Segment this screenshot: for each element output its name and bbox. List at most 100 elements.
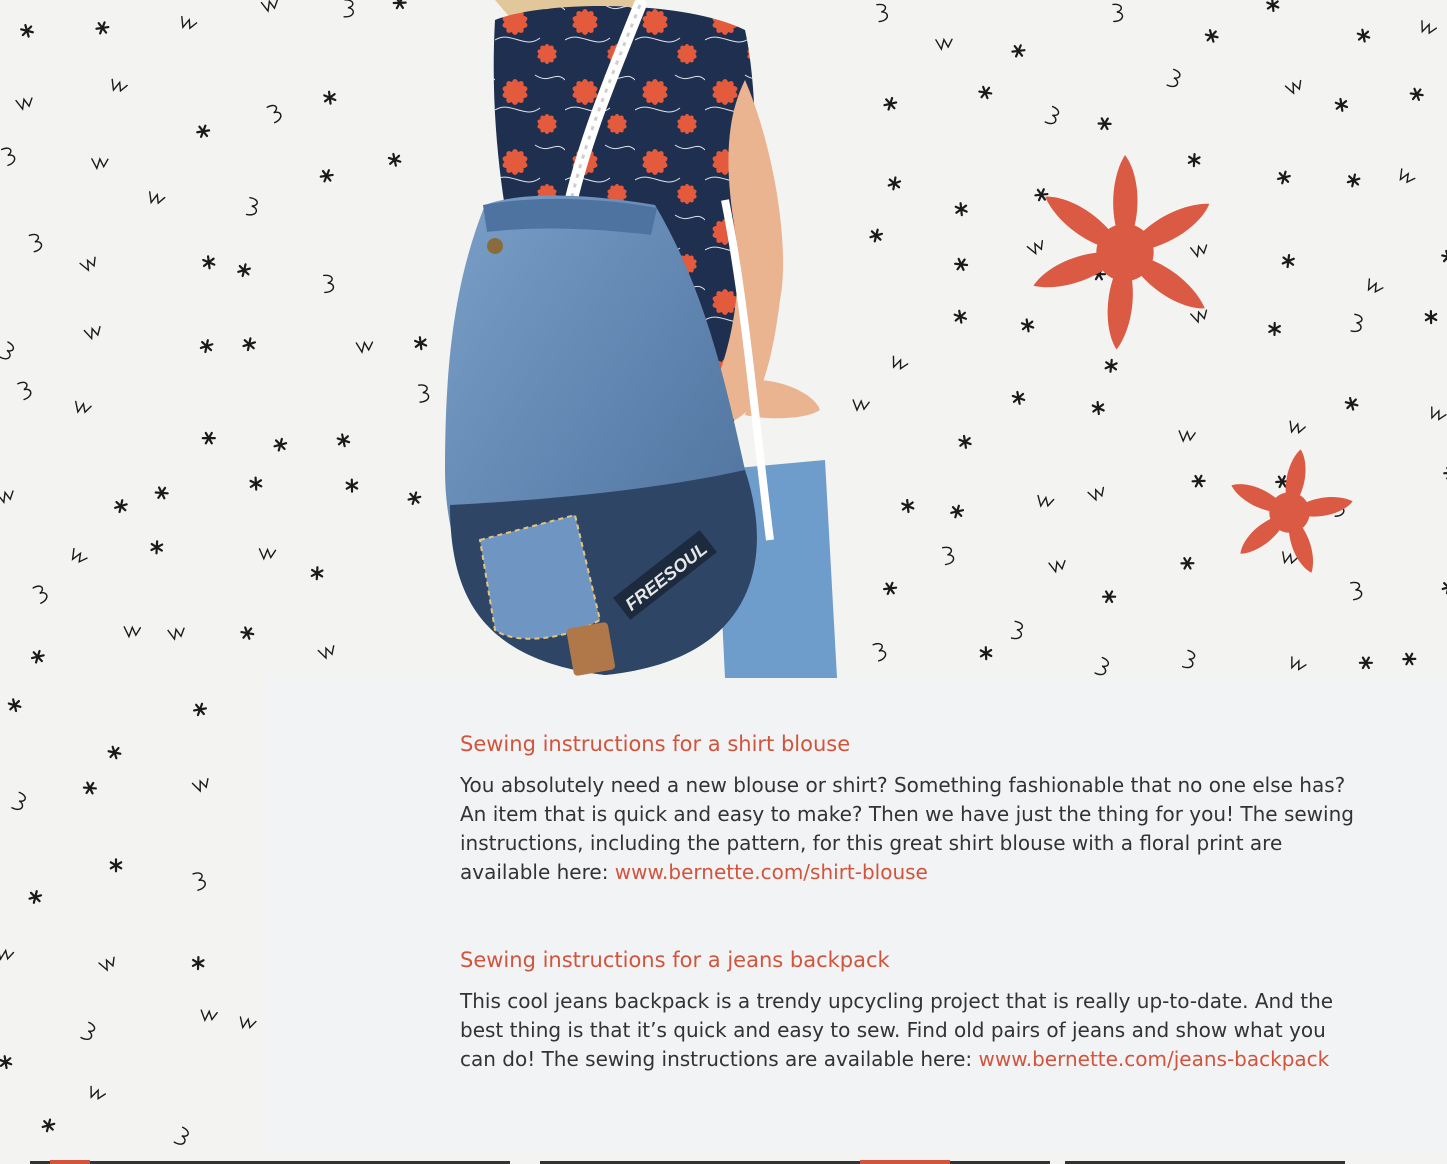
asterisk-doodle [1011, 44, 1026, 58]
asterisk-doodle [978, 85, 993, 100]
squiggle-doodle [1344, 396, 1359, 411]
squiggle-doodle [1276, 170, 1291, 185]
squiggle-doodle [953, 309, 968, 324]
squiggle-doodle [1291, 656, 1307, 671]
squiggle-doodle [392, 0, 407, 10]
squiggle-doodle [98, 956, 115, 972]
squiggle-doodle [1402, 652, 1417, 666]
squiggle-doodle [83, 325, 101, 341]
squiggle-doodle [1289, 420, 1306, 434]
asterisk-doodle [883, 96, 898, 111]
asterisk-doodle [1268, 321, 1281, 337]
squiggle-doodle [1356, 28, 1371, 43]
red-flower-small-decoration [1231, 449, 1353, 573]
squiggle-doodle [1166, 68, 1181, 88]
squiggle-doodle [1101, 590, 1117, 603]
squiggle-doodle [1044, 105, 1060, 125]
asterisk-doodle [387, 152, 402, 167]
squiggle-doodle [273, 437, 288, 452]
asterisk-doodle [336, 433, 351, 448]
asterisk-doodle [30, 649, 45, 664]
asterisk-doodle [319, 169, 334, 183]
squiggle-doodle [1409, 87, 1424, 101]
squiggle-doodle [191, 778, 209, 793]
jeans-backpack-link[interactable]: www.bernette.com/jeans-backpack [979, 1047, 1330, 1071]
bottom-image-strip [30, 1160, 1345, 1164]
squiggle-doodle [200, 1009, 218, 1023]
squiggle-doodle [323, 274, 335, 294]
squiggle-doodle [954, 257, 969, 271]
squiggle-doodle [901, 498, 915, 514]
squiggle-doodle [71, 547, 88, 564]
asterisk-doodle [1191, 474, 1206, 488]
squiggle-doodle [1358, 656, 1374, 670]
squiggle-doodle [954, 202, 968, 217]
squiggle-doodle [892, 355, 909, 370]
asterisk-doodle [192, 702, 208, 717]
asterisk-doodle [1334, 97, 1349, 112]
squiggle-doodle [1112, 3, 1124, 23]
asterisk-doodle [1011, 390, 1026, 405]
asterisk-doodle [201, 431, 216, 445]
asterisk-doodle [249, 476, 263, 491]
asterisk-doodle [869, 228, 884, 243]
asterisk-doodle [1091, 400, 1105, 416]
asterisk-doodle [323, 90, 337, 105]
article-shirt-blouse: Sewing instructions for a shirt blouse Y… [460, 732, 1360, 887]
asterisk-doodle [1097, 117, 1112, 131]
squiggle-doodle [28, 890, 43, 904]
asterisk-doodle [242, 337, 257, 352]
squiggle-doodle [317, 645, 335, 660]
squiggle-doodle [11, 791, 26, 811]
squiggle-doodle [852, 399, 870, 412]
squiggle-doodle [1180, 556, 1195, 570]
article-jeans-backpack: Sewing instructions for a jeans backpack… [460, 948, 1360, 1074]
asterisk-doodle [237, 263, 251, 278]
squiggle-doodle [1421, 20, 1438, 35]
squiggle-doodle [109, 858, 123, 873]
asterisk-doodle [191, 956, 205, 971]
squiggle-doodle [90, 1085, 106, 1101]
squiggle-doodle [260, 0, 279, 13]
squiggle-doodle [0, 947, 15, 961]
squiggle-doodle [876, 3, 889, 23]
squiggle-doodle [1399, 168, 1416, 184]
red-flower-large-decoration [1033, 155, 1210, 350]
squiggle-doodle [1094, 656, 1110, 676]
asterisk-doodle [107, 745, 122, 760]
squiggle-doodle [1181, 649, 1196, 669]
squiggle-doodle [887, 176, 902, 191]
squiggle-doodle [1284, 79, 1302, 95]
squiggle-doodle [1048, 559, 1066, 574]
squiggle-doodle [0, 147, 16, 167]
squiggle-doodle [82, 781, 97, 795]
squiggle-doodle [167, 627, 185, 641]
squiggle-doodle [28, 233, 43, 253]
squiggle-doodle [1037, 494, 1055, 508]
section-title: Sewing instructions for a jeans backpack [460, 948, 890, 972]
asterisk-doodle [958, 434, 972, 449]
asterisk-doodle [114, 499, 128, 514]
squiggle-doodle [1010, 620, 1024, 640]
squiggle-doodle [343, 0, 354, 18]
squiggle-doodle [872, 642, 887, 662]
squiggle-doodle [181, 15, 198, 30]
squiggle-doodle [123, 625, 142, 639]
asterisk-doodle [310, 566, 324, 581]
squiggle-doodle [173, 1126, 189, 1145]
squiggle-doodle [1431, 406, 1447, 421]
squiggle-doodle [245, 197, 258, 216]
squiggle-doodle [91, 157, 109, 171]
asterisk-doodle [240, 626, 255, 640]
asterisk-doodle [1443, 466, 1447, 480]
squiggle-doodle [111, 78, 128, 93]
asterisk-doodle [150, 540, 164, 555]
squiggle-doodle [32, 585, 48, 604]
squiggle-doodle [1367, 278, 1384, 294]
product-photo-jeans-backpack: FREESOUL [425, 0, 845, 678]
asterisk-doodle [0, 1055, 13, 1070]
squiggle-doodle [1178, 430, 1196, 443]
squiggle-doodle [1087, 486, 1105, 502]
squiggle-doodle [941, 546, 955, 566]
shirt-blouse-link[interactable]: www.bernette.com/shirt-blouse [615, 860, 928, 884]
